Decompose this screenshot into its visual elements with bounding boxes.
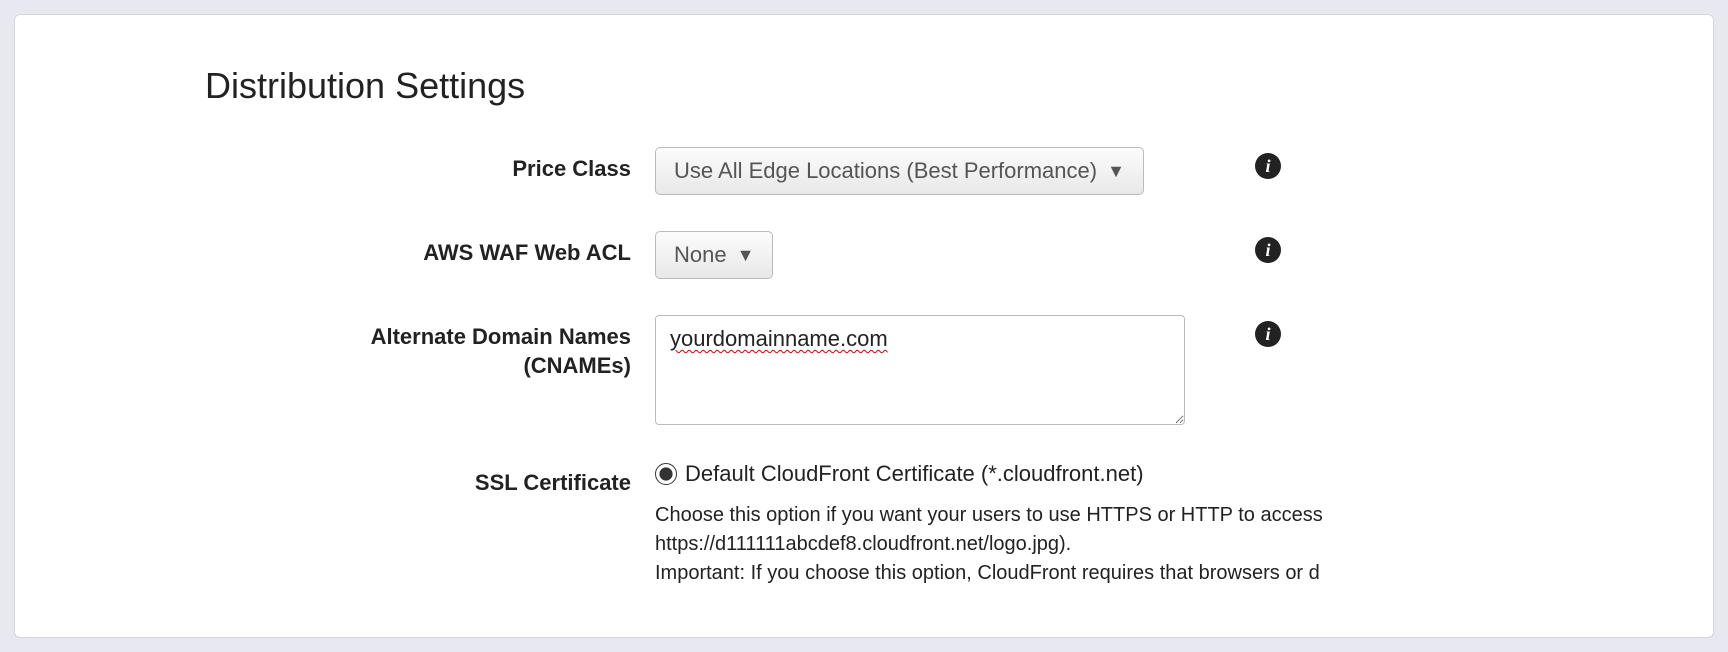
price-class-selected: Use All Edge Locations (Best Performance… xyxy=(674,158,1097,184)
row-price-class: Price Class Use All Edge Locations (Best… xyxy=(215,147,1693,195)
label-cnames: Alternate Domain Names (CNAMEs) xyxy=(215,315,655,380)
ssl-help-text: Choose this option if you want your user… xyxy=(655,501,1455,588)
ssl-default-radio[interactable] xyxy=(655,463,677,485)
info-icon[interactable]: i xyxy=(1255,237,1281,263)
label-waf-acl: AWS WAF Web ACL xyxy=(215,231,655,268)
page-title: Distribution Settings xyxy=(205,65,1693,107)
price-class-dropdown[interactable]: Use All Edge Locations (Best Performance… xyxy=(655,147,1144,195)
distribution-settings-panel: Distribution Settings Price Class Use Al… xyxy=(14,14,1714,638)
waf-acl-dropdown[interactable]: None ▼ xyxy=(655,231,773,279)
info-icon[interactable]: i xyxy=(1255,321,1281,347)
chevron-down-icon: ▼ xyxy=(737,245,755,266)
ssl-default-option[interactable]: Default CloudFront Certificate (*.cloudf… xyxy=(655,461,1693,487)
chevron-down-icon: ▼ xyxy=(1107,161,1125,182)
row-ssl-certificate: SSL Certificate Default CloudFront Certi… xyxy=(215,461,1693,588)
label-ssl-certificate: SSL Certificate xyxy=(215,461,655,498)
info-icon[interactable]: i xyxy=(1255,153,1281,179)
ssl-default-label: Default CloudFront Certificate (*.cloudf… xyxy=(685,461,1144,487)
cnames-input[interactable] xyxy=(655,315,1185,425)
waf-acl-selected: None xyxy=(674,242,727,268)
row-cnames: Alternate Domain Names (CNAMEs) i xyxy=(215,315,1693,425)
row-waf-acl: AWS WAF Web ACL None ▼ i xyxy=(215,231,1693,279)
label-price-class: Price Class xyxy=(215,147,655,184)
